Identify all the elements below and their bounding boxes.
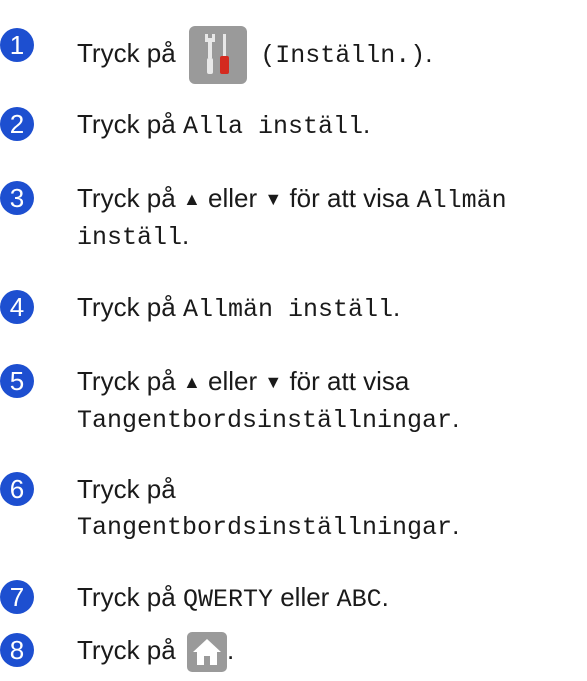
step-code: inställ xyxy=(77,223,183,252)
step-code: ABC xyxy=(336,585,382,614)
step-code: Allmän inställ xyxy=(182,295,393,324)
step-text: Tryck på xyxy=(77,37,176,68)
down-arrow-icon: ▼ xyxy=(264,372,283,392)
home-icon[interactable] xyxy=(186,632,227,673)
up-arrow-icon: ▲ xyxy=(182,372,201,392)
settings-tools-icon[interactable] xyxy=(188,26,247,84)
step-code: (Inställn.) xyxy=(260,40,426,70)
step-number: 3 xyxy=(0,181,34,215)
step-code: Alla inställ xyxy=(182,112,363,141)
step-number: 4 xyxy=(0,290,34,324)
down-arrow-icon: ▼ xyxy=(264,189,283,209)
step-number: 6 xyxy=(0,472,34,506)
step-code: Tangentbordsinställningar xyxy=(77,513,453,542)
step-number: 8 xyxy=(0,633,34,667)
up-arrow-icon: ▲ xyxy=(182,189,201,209)
step-number: 2 xyxy=(0,107,34,141)
step-number: 1 xyxy=(0,28,34,62)
step-code: Tangentbordsinställningar xyxy=(77,406,453,435)
step-code: Allmän xyxy=(416,186,507,215)
step-code: QWERTY xyxy=(182,585,273,614)
step-number: 5 xyxy=(0,364,34,398)
step-number: 7 xyxy=(0,580,34,614)
step-text: Tryck på xyxy=(77,109,176,139)
